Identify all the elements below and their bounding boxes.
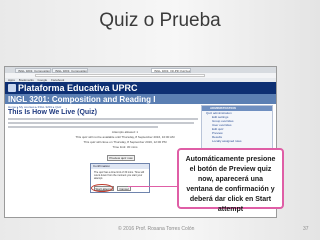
quiz-info-line: This quiz will not be available until Th… <box>75 135 175 139</box>
site-banner: Plataforma Educativa UPRC <box>5 82 276 94</box>
quiz-info-line: This quiz will close on Thursday, 8 Sept… <box>83 140 167 144</box>
sidebar-item[interactable]: Locally assigned roles <box>202 139 272 143</box>
dialog-body: The quiz has a time limit of 30 mins. Ti… <box>94 171 145 180</box>
page-number: 37 <box>303 226 309 232</box>
callout-connector <box>128 186 177 187</box>
callout-text: Automáticamente presione el botón de Pre… <box>185 156 276 213</box>
quiz-title: This Is How We Live (Quiz) <box>8 109 97 116</box>
quiz-description <box>8 118 198 130</box>
start-attempt-highlight <box>91 184 113 192</box>
quiz-info-line: Time limit: 30 mins <box>112 145 138 149</box>
url-input[interactable] <box>35 74 205 77</box>
site-title[interactable]: Plataforma Educativa UPRC <box>18 83 138 93</box>
footer-copyright: © 2016 Prof. Rosana Torres Colón <box>118 226 195 232</box>
preview-quiz-button[interactable]: Preview quiz now <box>107 155 135 161</box>
callout-box: Automáticamente presione el botón de Pre… <box>177 148 284 213</box>
slide-title: Quiz o Prueba <box>99 10 221 31</box>
logo-icon <box>8 84 16 92</box>
quiz-info-line: Attempts allowed: 1 <box>111 130 139 134</box>
course-title: INGL 3201: Composition and Reading I <box>8 95 156 104</box>
course-header: INGL 3201: Composition and Reading I <box>5 94 276 104</box>
